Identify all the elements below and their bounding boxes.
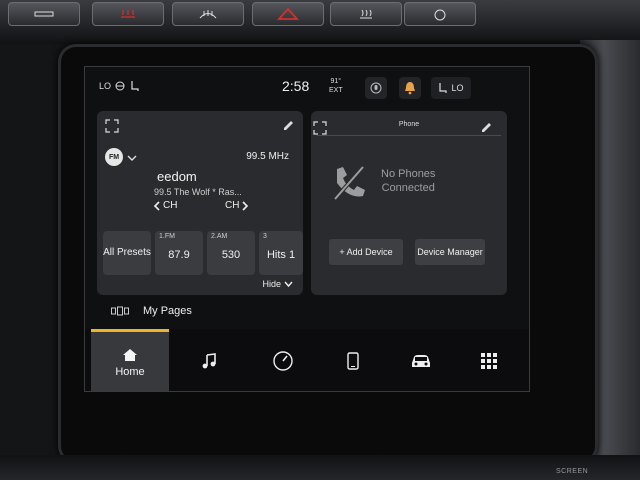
- music-note-icon: [202, 353, 216, 369]
- bell-icon: [405, 82, 415, 95]
- screen-hardware-label: SCREEN: [556, 468, 589, 475]
- infotainment-display: LO 2:58 91° EXT LO FM 99.5 MHz eedom 99.…: [84, 66, 530, 392]
- driver-climate-status[interactable]: LO: [99, 75, 159, 97]
- chevron-down-icon: [284, 281, 293, 287]
- outside-temp-label: EXT: [329, 87, 343, 94]
- bottom-nav-bar: Home: [85, 329, 529, 391]
- phone-widget-title: Phone: [398, 121, 420, 128]
- phone-widget[interactable]: Phone No Phones Connected + Add Device D…: [311, 111, 507, 295]
- phone-disconnected-icon: [333, 165, 365, 201]
- edit-pencil-icon[interactable]: [282, 119, 295, 132]
- gauge-icon: [273, 351, 293, 371]
- hardware-button-3[interactable]: [172, 2, 244, 26]
- preset-value: 530: [221, 249, 241, 261]
- phone-status-line2: Connected: [381, 182, 435, 194]
- preset-button-1[interactable]: 1.FM 87.9: [155, 231, 203, 275]
- channel-next-label: CH: [225, 200, 240, 211]
- preset-label: 2.AM: [211, 233, 228, 240]
- passenger-climate-status[interactable]: LO: [431, 77, 471, 99]
- preset-value: 87.9: [168, 249, 190, 261]
- seat-heat-icon: [131, 81, 139, 91]
- nav-vehicle-info[interactable]: [255, 329, 311, 391]
- preset-button-2[interactable]: 2.AM 530: [207, 231, 255, 275]
- outside-temperature: 91° EXT: [329, 77, 343, 95]
- expand-icon[interactable]: [105, 119, 119, 133]
- status-bar: LO 2:58 91° EXT LO: [85, 67, 529, 105]
- rear-defrost-icon: [121, 10, 135, 18]
- steering-heat-icon: [115, 81, 125, 91]
- hazard-button[interactable]: [252, 2, 324, 26]
- station-subtitle: 99.5 The Wolf * Ras...: [154, 187, 242, 197]
- outside-temp-value: 91°: [330, 78, 342, 85]
- band-badge[interactable]: FM: [105, 148, 123, 166]
- nav-apps[interactable]: [461, 329, 517, 391]
- nav-vehicle[interactable]: [393, 329, 449, 391]
- seat-heat-icon: [360, 9, 372, 19]
- phone-divider: [317, 135, 501, 136]
- phone-status: No Phones Connected: [381, 167, 435, 195]
- my-pages-row[interactable]: My Pages: [111, 305, 192, 317]
- nav-phone[interactable]: [325, 329, 381, 391]
- hardware-button-1[interactable]: [8, 2, 80, 26]
- chevron-left-icon: [153, 200, 160, 211]
- frequency-display: 99.5 MHz: [246, 151, 289, 162]
- car-icon: [412, 355, 430, 367]
- apps-grid-icon: [481, 353, 497, 369]
- nav-home[interactable]: Home: [91, 329, 169, 391]
- station-name: eedom: [157, 169, 197, 184]
- preset-label: 1.FM: [159, 233, 175, 240]
- voice-icon: [370, 82, 382, 94]
- radio-widget[interactable]: FM 99.5 MHz eedom 99.5 The Wolf * Ras...…: [97, 111, 303, 295]
- hide-label: Hide: [262, 279, 281, 289]
- voice-assistant-button[interactable]: [365, 77, 387, 99]
- notifications-button[interactable]: [399, 77, 421, 99]
- climate-icon: [34, 11, 54, 17]
- clock: 2:58: [282, 78, 310, 94]
- hide-presets-button[interactable]: Hide: [262, 279, 293, 289]
- dashboard-top-panel: [0, 0, 640, 44]
- channel-prev-button[interactable]: CH: [153, 200, 177, 211]
- my-pages-label: My Pages: [143, 305, 192, 317]
- channel-prev-label: CH: [163, 200, 178, 211]
- chevron-right-icon: [242, 200, 249, 211]
- phone-status-line1: No Phones: [381, 168, 436, 180]
- hardware-button-2[interactable]: [92, 2, 164, 26]
- dashboard-bottom-trim: [0, 455, 640, 480]
- front-defrost-icon: [199, 10, 217, 19]
- passenger-temp-label: LO: [451, 83, 464, 93]
- smartphone-icon: [347, 352, 359, 370]
- channel-next-button[interactable]: CH: [225, 200, 249, 211]
- hardware-button-6[interactable]: [404, 2, 476, 26]
- pages-icon: [111, 306, 129, 316]
- chevron-down-icon[interactable]: [127, 154, 137, 162]
- preset-value: Hits 1: [266, 249, 296, 261]
- all-presets-button[interactable]: All Presets: [103, 231, 151, 275]
- add-device-button[interactable]: + Add Device: [329, 239, 403, 265]
- hardware-button-5[interactable]: [330, 2, 402, 26]
- driver-temp-label: LO: [99, 81, 112, 91]
- edit-pencil-icon[interactable]: [480, 121, 493, 134]
- steering-heat-icon: [434, 9, 446, 21]
- preset-button-3[interactable]: 3 Hits 1: [259, 231, 303, 275]
- passenger-seat-icon: [439, 83, 448, 93]
- hazard-icon: [277, 7, 299, 20]
- home-icon: [123, 348, 137, 361]
- device-manager-button[interactable]: Device Manager: [415, 239, 485, 265]
- preset-label: 3: [263, 233, 267, 240]
- nav-home-label: Home: [115, 365, 145, 378]
- nav-media[interactable]: [181, 329, 237, 391]
